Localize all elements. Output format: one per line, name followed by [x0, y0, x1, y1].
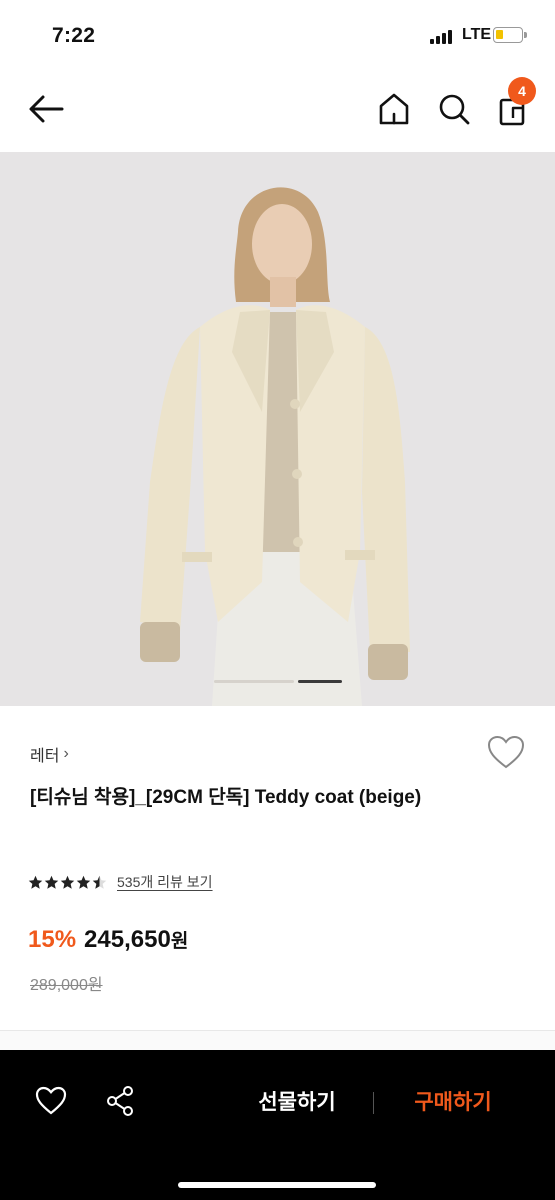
rating-stars	[28, 875, 107, 890]
product-photo	[140, 187, 410, 706]
network-type: LTE	[462, 26, 492, 43]
image-indicator-2[interactable]	[298, 680, 342, 683]
original-price: 289,000원	[30, 977, 103, 994]
arrow-left-icon	[29, 95, 64, 123]
sale-price: 245,650	[84, 926, 171, 953]
brand-name: 레터	[30, 748, 60, 765]
star-full-icon	[28, 875, 43, 889]
product-image[interactable]	[0, 152, 555, 706]
heart-outline-icon	[487, 735, 525, 769]
price-row: 15% 245,650 원	[28, 926, 188, 954]
search-icon	[439, 94, 470, 125]
section-gap	[0, 1031, 555, 1050]
star-full-icon	[44, 875, 59, 889]
home-button[interactable]	[376, 90, 412, 128]
status-bar: 7:22 LTE	[0, 0, 555, 70]
cart-count-badge: 4	[508, 77, 536, 105]
share-icon	[107, 1086, 133, 1116]
rating-row: 535개 리뷰 보기	[28, 872, 213, 892]
bottom-action-bar: 선물하기 구매하기	[0, 1050, 555, 1200]
heart-outline-icon	[35, 1086, 67, 1115]
product-title: [티슈님 착용]_[29CM 단독] Teddy coat (beige)	[30, 787, 422, 808]
share-button[interactable]	[104, 1084, 138, 1118]
divider	[373, 1092, 374, 1114]
chevron-right-icon: ›	[63, 745, 69, 762]
signal-bars-icon	[430, 30, 456, 44]
price-unit: 원	[170, 931, 189, 952]
star-full-icon	[76, 875, 91, 889]
back-button[interactable]	[26, 92, 66, 126]
nav-bar	[0, 70, 555, 152]
home-icon	[379, 93, 409, 125]
star-half-icon	[92, 875, 107, 889]
review-link[interactable]: 535개 리뷰 보기	[117, 872, 213, 892]
wishlist-button[interactable]	[486, 734, 526, 772]
gift-button[interactable]: 선물하기	[236, 1086, 358, 1116]
home-indicator[interactable]	[178, 1182, 376, 1188]
discount-rate: 15%	[28, 926, 77, 953]
battery-low-icon	[493, 27, 527, 43]
search-button[interactable]	[436, 90, 472, 128]
like-button[interactable]	[34, 1084, 68, 1118]
brand-link[interactable]: 레터 ›	[30, 742, 69, 766]
image-indicator-1[interactable]	[214, 680, 294, 683]
star-full-icon	[60, 875, 75, 889]
buy-button[interactable]: 구매하기	[392, 1086, 514, 1116]
status-time: 7:22	[52, 24, 96, 47]
